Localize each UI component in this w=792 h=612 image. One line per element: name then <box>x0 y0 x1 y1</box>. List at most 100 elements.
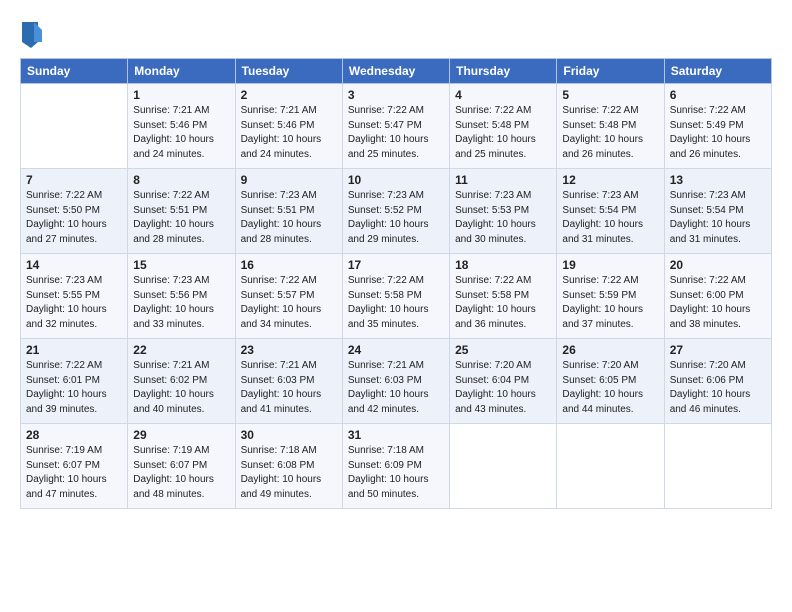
day-number: 17 <box>348 258 444 272</box>
page: SundayMondayTuesdayWednesdayThursdayFrid… <box>0 0 792 519</box>
day-number: 31 <box>348 428 444 442</box>
day-number: 13 <box>670 173 766 187</box>
logo <box>20 20 42 50</box>
calendar-cell: 25 Sunrise: 7:20 AM Sunset: 6:04 PM Dayli… <box>450 339 557 424</box>
day-info: Sunrise: 7:22 AM Sunset: 6:00 PM Dayligh… <box>670 274 766 332</box>
day-info: Sunrise: 7:22 AM Sunset: 5:59 PM Dayligh… <box>562 274 658 332</box>
day-number: 11 <box>455 173 551 187</box>
calendar-cell: 27Sunrise: 7:20 AM Sunset: 6:06 PM Dayli… <box>664 339 771 424</box>
day-number: 1 <box>133 88 229 102</box>
calendar-cell: 16Sunrise: 7:22 AM Sunset: 5:57 PM Dayli… <box>235 254 342 339</box>
calendar-cell: 21 Sunrise: 7:22 AM Sunset: 6:01 PM Dayli… <box>21 339 128 424</box>
day-number: 3 <box>348 88 444 102</box>
day-number: 14 <box>26 258 122 272</box>
day-info: Sunrise: 7:20 AM Sunset: 6:04 PM Dayligh… <box>455 359 551 417</box>
day-info: Sunrise: 7:23 AM Sunset: 5:56 PM Dayligh… <box>133 274 229 332</box>
calendar-cell <box>21 84 128 169</box>
calendar-cell: 14 Sunrise: 7:23 AM Sunset: 5:55 PM Dayli… <box>21 254 128 339</box>
day-number: 21 <box>26 343 122 357</box>
day-number: 29 <box>133 428 229 442</box>
calendar-cell: 22 Sunrise: 7:21 AM Sunset: 6:02 PM Dayli… <box>128 339 235 424</box>
calendar-cell <box>664 424 771 509</box>
calendar-cell <box>450 424 557 509</box>
day-number: 10 <box>348 173 444 187</box>
calendar-cell: 8 Sunrise: 7:22 AM Sunset: 5:51 PM Daylig… <box>128 169 235 254</box>
day-info: Sunrise: 7:21 AM Sunset: 5:46 PM Dayligh… <box>241 104 337 162</box>
day-info: Sunrise: 7:19 AM Sunset: 6:07 PM Dayligh… <box>26 444 122 502</box>
day-info: Sunrise: 7:21 AM Sunset: 5:46 PM Dayligh… <box>133 104 229 162</box>
calendar-cell: 24 Sunrise: 7:21 AM Sunset: 6:03 PM Dayli… <box>342 339 449 424</box>
calendar-cell: 29 Sunrise: 7:19 AM Sunset: 6:07 PM Dayli… <box>128 424 235 509</box>
day-info: Sunrise: 7:22 AM Sunset: 5:57 PM Dayligh… <box>241 274 337 332</box>
day-info: Sunrise: 7:21 AM Sunset: 6:02 PM Dayligh… <box>133 359 229 417</box>
calendar-cell: 13 Sunrise: 7:23 AM Sunset: 5:54 PM Dayli… <box>664 169 771 254</box>
calendar-cell: 10 Sunrise: 7:23 AM Sunset: 5:52 PM Dayli… <box>342 169 449 254</box>
day-number: 4 <box>455 88 551 102</box>
day-number: 24 <box>348 343 444 357</box>
day-info: Sunrise: 7:23 AM Sunset: 5:51 PM Dayligh… <box>241 189 337 247</box>
day-number: 6 <box>670 88 766 102</box>
calendar-cell <box>557 424 664 509</box>
day-info: Sunrise: 7:23 AM Sunset: 5:55 PM Dayligh… <box>26 274 122 332</box>
calendar-cell: 30Sunrise: 7:18 AM Sunset: 6:08 PM Dayli… <box>235 424 342 509</box>
header-day-wednesday: Wednesday <box>342 59 449 84</box>
day-info: Sunrise: 7:22 AM Sunset: 5:58 PM Dayligh… <box>455 274 551 332</box>
day-number: 22 <box>133 343 229 357</box>
week-row-4: 21 Sunrise: 7:22 AM Sunset: 6:01 PM Dayli… <box>21 339 772 424</box>
day-number: 28 <box>26 428 122 442</box>
header-day-friday: Friday <box>557 59 664 84</box>
day-info: Sunrise: 7:22 AM Sunset: 5:48 PM Dayligh… <box>455 104 551 162</box>
day-number: 23 <box>241 343 337 357</box>
day-number: 15 <box>133 258 229 272</box>
header <box>20 20 772 50</box>
day-number: 25 <box>455 343 551 357</box>
day-number: 2 <box>241 88 337 102</box>
day-info: Sunrise: 7:22 AM Sunset: 5:51 PM Dayligh… <box>133 189 229 247</box>
calendar-cell: 2 Sunrise: 7:21 AM Sunset: 5:46 PM Daylig… <box>235 84 342 169</box>
week-row-5: 28 Sunrise: 7:19 AM Sunset: 6:07 PM Dayli… <box>21 424 772 509</box>
day-number: 8 <box>133 173 229 187</box>
calendar-cell: 18Sunrise: 7:22 AM Sunset: 5:58 PM Dayli… <box>450 254 557 339</box>
calendar-cell: 20 Sunrise: 7:22 AM Sunset: 6:00 PM Dayli… <box>664 254 771 339</box>
day-info: Sunrise: 7:22 AM Sunset: 5:48 PM Dayligh… <box>562 104 658 162</box>
day-info: Sunrise: 7:20 AM Sunset: 6:06 PM Dayligh… <box>670 359 766 417</box>
calendar-cell: 28 Sunrise: 7:19 AM Sunset: 6:07 PM Dayli… <box>21 424 128 509</box>
day-info: Sunrise: 7:23 AM Sunset: 5:53 PM Dayligh… <box>455 189 551 247</box>
calendar-cell: 12Sunrise: 7:23 AM Sunset: 5:54 PM Dayli… <box>557 169 664 254</box>
day-info: Sunrise: 7:22 AM Sunset: 5:58 PM Dayligh… <box>348 274 444 332</box>
calendar-body: 1 Sunrise: 7:21 AM Sunset: 5:46 PM Daylig… <box>21 84 772 509</box>
day-info: Sunrise: 7:21 AM Sunset: 6:03 PM Dayligh… <box>241 359 337 417</box>
header-day-thursday: Thursday <box>450 59 557 84</box>
week-row-2: 7Sunrise: 7:22 AM Sunset: 5:50 PM Daylig… <box>21 169 772 254</box>
calendar-cell: 9 Sunrise: 7:23 AM Sunset: 5:51 PM Daylig… <box>235 169 342 254</box>
calendar-cell: 26Sunrise: 7:20 AM Sunset: 6:05 PM Dayli… <box>557 339 664 424</box>
day-info: Sunrise: 7:23 AM Sunset: 5:54 PM Dayligh… <box>562 189 658 247</box>
day-number: 7 <box>26 173 122 187</box>
header-day-monday: Monday <box>128 59 235 84</box>
header-day-tuesday: Tuesday <box>235 59 342 84</box>
day-info: Sunrise: 7:23 AM Sunset: 5:54 PM Dayligh… <box>670 189 766 247</box>
day-number: 26 <box>562 343 658 357</box>
day-info: Sunrise: 7:22 AM Sunset: 6:01 PM Dayligh… <box>26 359 122 417</box>
day-info: Sunrise: 7:21 AM Sunset: 6:03 PM Dayligh… <box>348 359 444 417</box>
day-info: Sunrise: 7:23 AM Sunset: 5:52 PM Dayligh… <box>348 189 444 247</box>
week-row-1: 1 Sunrise: 7:21 AM Sunset: 5:46 PM Daylig… <box>21 84 772 169</box>
calendar-cell: 5 Sunrise: 7:22 AM Sunset: 5:48 PM Daylig… <box>557 84 664 169</box>
calendar-cell: 19Sunrise: 7:22 AM Sunset: 5:59 PM Dayli… <box>557 254 664 339</box>
calendar-cell: 7Sunrise: 7:22 AM Sunset: 5:50 PM Daylig… <box>21 169 128 254</box>
day-info: Sunrise: 7:19 AM Sunset: 6:07 PM Dayligh… <box>133 444 229 502</box>
calendar-cell: 6 Sunrise: 7:22 AM Sunset: 5:49 PM Daylig… <box>664 84 771 169</box>
calendar-cell: 3Sunrise: 7:22 AM Sunset: 5:47 PM Daylig… <box>342 84 449 169</box>
header-day-saturday: Saturday <box>664 59 771 84</box>
day-info: Sunrise: 7:22 AM Sunset: 5:49 PM Dayligh… <box>670 104 766 162</box>
calendar-cell: 17 Sunrise: 7:22 AM Sunset: 5:58 PM Dayli… <box>342 254 449 339</box>
day-number: 30 <box>241 428 337 442</box>
day-number: 20 <box>670 258 766 272</box>
calendar-cell: 31 Sunrise: 7:18 AM Sunset: 6:09 PM Dayli… <box>342 424 449 509</box>
day-number: 5 <box>562 88 658 102</box>
day-number: 9 <box>241 173 337 187</box>
day-info: Sunrise: 7:18 AM Sunset: 6:09 PM Dayligh… <box>348 444 444 502</box>
calendar-cell: 23 Sunrise: 7:21 AM Sunset: 6:03 PM Dayli… <box>235 339 342 424</box>
calendar-cell: 1 Sunrise: 7:21 AM Sunset: 5:46 PM Daylig… <box>128 84 235 169</box>
calendar-cell: 4 Sunrise: 7:22 AM Sunset: 5:48 PM Daylig… <box>450 84 557 169</box>
